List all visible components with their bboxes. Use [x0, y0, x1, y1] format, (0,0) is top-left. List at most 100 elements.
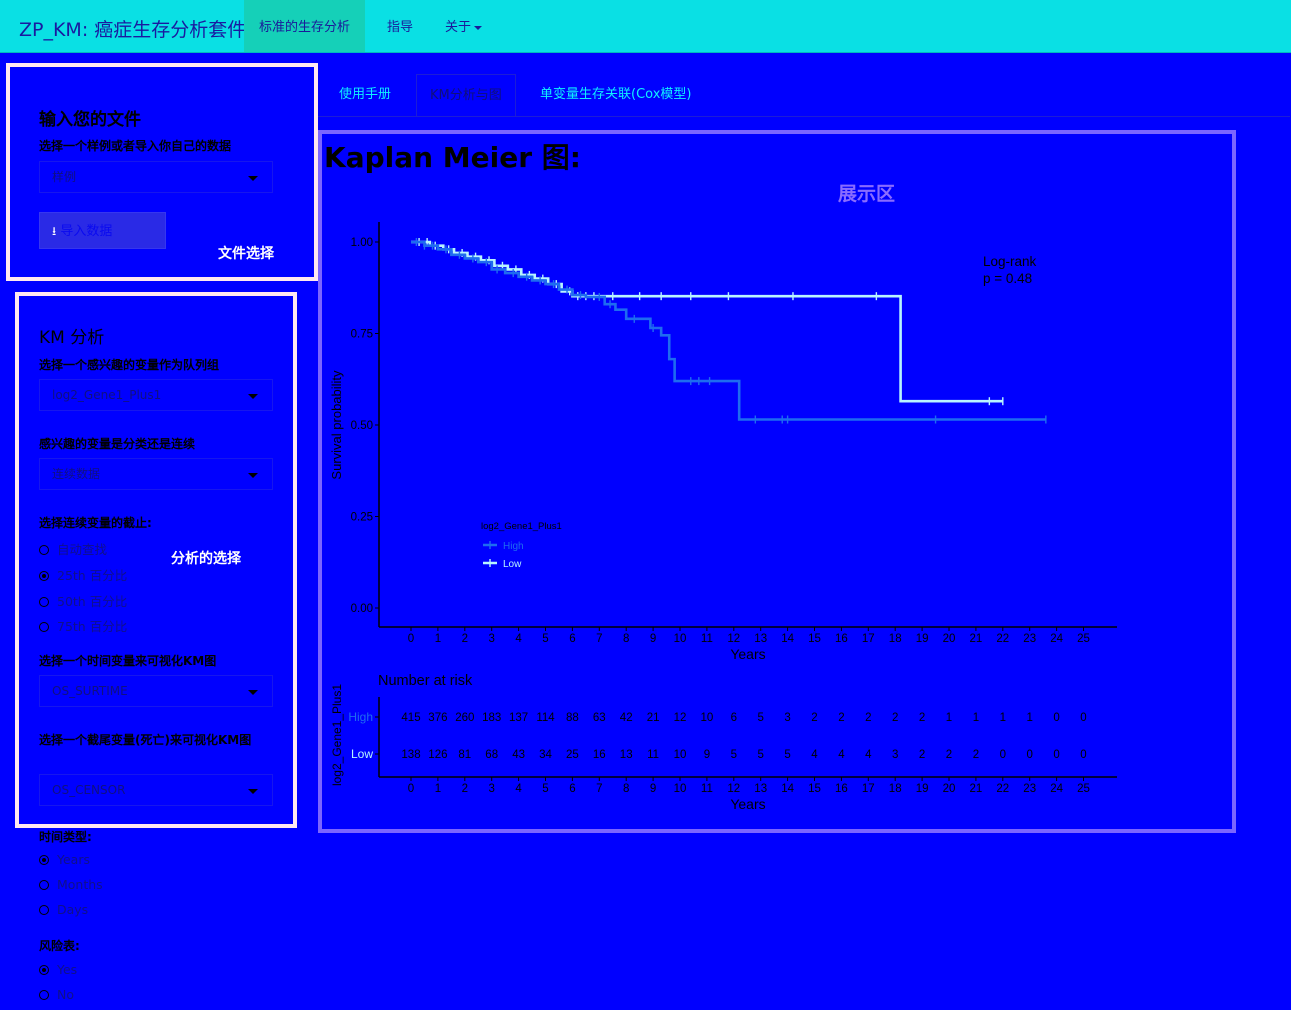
x-tick-label: 3: [488, 633, 494, 645]
risk-count: 1: [1000, 712, 1006, 724]
risk-count: 138: [401, 749, 420, 761]
risk-count: 81: [458, 749, 471, 761]
risk-count: 2: [946, 749, 952, 761]
risk-x-tick-label: 9: [650, 783, 656, 795]
x-tick-label: 9: [650, 633, 656, 645]
risk-row-label-low: Low: [351, 747, 373, 761]
risk-count: 0: [1080, 712, 1086, 724]
risk-count: 34: [539, 749, 552, 761]
risk-count: 5: [731, 749, 737, 761]
x-tick-label: 5: [542, 633, 548, 645]
risk-count: 6: [731, 712, 737, 724]
x-tick-label: 24: [1050, 633, 1063, 645]
risk-count: 5: [757, 712, 763, 724]
x-tick-label: 15: [808, 633, 821, 645]
y-axis-title: Survival probability: [329, 370, 344, 480]
risk-count: 4: [811, 749, 818, 761]
x-tick-label: 11: [701, 633, 713, 645]
risk-x-tick-label: 11: [701, 783, 713, 795]
risk-count: 25: [566, 749, 579, 761]
risk-count: 43: [512, 749, 525, 761]
risk-count: 3: [784, 712, 790, 724]
x-tick-label: 25: [1077, 633, 1090, 645]
risk-x-tick-label: 22: [996, 783, 1009, 795]
risk-count: 2: [838, 712, 844, 724]
risk-count: 88: [566, 712, 579, 724]
x-tick-label: 20: [943, 633, 956, 645]
risk-x-axis-title: Years: [730, 796, 765, 812]
risk-count: 2: [919, 749, 925, 761]
risk-count: 2: [892, 712, 898, 724]
y-tick-label: 0.25: [351, 512, 373, 524]
risk-count: 10: [674, 749, 687, 761]
risk-table-title: Number at risk: [378, 673, 473, 689]
x-tick-label: 14: [781, 633, 794, 645]
risk-count: 114: [536, 712, 555, 724]
risk-count: 9: [704, 749, 710, 761]
risk-count: 0: [1000, 749, 1006, 761]
risk-count: 42: [620, 712, 633, 724]
risk-x-tick-label: 6: [569, 783, 575, 795]
x-tick-label: 19: [916, 633, 929, 645]
risk-x-tick-label: 24: [1050, 783, 1063, 795]
risk-x-tick-label: 17: [862, 783, 875, 795]
risk-count: 2: [811, 712, 817, 724]
x-tick-label: 12: [727, 633, 740, 645]
risk-x-tick-label: 14: [781, 783, 794, 795]
x-tick-label: 16: [835, 633, 848, 645]
x-tick-label: 21: [970, 633, 983, 645]
risk-x-tick-label: 18: [889, 783, 902, 795]
x-tick-label: 8: [623, 633, 629, 645]
logrank-label: Log-rank: [983, 254, 1037, 269]
y-tick-label: 0.50: [351, 420, 373, 432]
km-chart: 0.000.250.500.751.000 1 2 3 4 5 6 7 8 9 10 11 12 13 14…: [329, 222, 1117, 812]
risk-count: 1: [1026, 712, 1032, 724]
legend-label-low: Low: [503, 559, 522, 570]
risk-count: 183: [482, 712, 501, 724]
x-tick-label: 6: [569, 633, 575, 645]
x-tick-label: 18: [889, 633, 902, 645]
risk-count: 2: [919, 712, 925, 724]
risk-count: 0: [1053, 712, 1059, 724]
x-tick-label: 2: [462, 633, 468, 645]
x-tick-label: 7: [596, 633, 602, 645]
y-tick-label: 0.00: [351, 603, 373, 615]
risk-count: 16: [593, 749, 606, 761]
risk-count: 21: [647, 712, 660, 724]
risk-count: 1: [973, 712, 979, 724]
x-tick-label: 10: [674, 633, 687, 645]
risk-count: 260: [455, 712, 474, 724]
x-tick-label: 1: [435, 633, 441, 645]
y-tick-label: 0.75: [351, 329, 373, 341]
y-tick-label: 1.00: [351, 237, 373, 249]
risk-x-tick-label: 21: [970, 783, 983, 795]
risk-count: 10: [701, 712, 714, 724]
risk-x-tick-label: 10: [674, 783, 687, 795]
risk-count: 0: [1080, 749, 1086, 761]
risk-count: 4: [865, 749, 872, 761]
risk-x-tick-label: 16: [835, 783, 848, 795]
risk-count: 2: [865, 712, 871, 724]
risk-count: 1: [946, 712, 952, 724]
risk-x-tick-label: 2: [462, 783, 468, 795]
risk-x-tick-label: 1: [435, 783, 441, 795]
risk-x-tick-label: 15: [808, 783, 821, 795]
risk-x-tick-label: 5: [542, 783, 548, 795]
legend-title: log2_Gene1_Plus1: [481, 521, 562, 532]
survival-curve-high: [411, 240, 1046, 421]
risk-count: 63: [593, 712, 606, 724]
risk-x-tick-label: 0: [408, 783, 414, 795]
risk-count: 0: [1026, 749, 1032, 761]
pvalue-label: p = 0.48: [983, 271, 1032, 286]
risk-count: 12: [674, 712, 687, 724]
risk-x-tick-label: 23: [1023, 783, 1036, 795]
risk-x-tick-label: 8: [623, 783, 629, 795]
risk-count: 376: [428, 712, 447, 724]
risk-x-tick-label: 7: [596, 783, 602, 795]
risk-count: 11: [647, 749, 659, 761]
x-tick-label: 13: [754, 633, 767, 645]
risk-count: 415: [401, 712, 420, 724]
survival-curve-low: [411, 240, 1003, 403]
legend-label-high: High: [503, 541, 524, 552]
risk-count: 4: [838, 749, 845, 761]
